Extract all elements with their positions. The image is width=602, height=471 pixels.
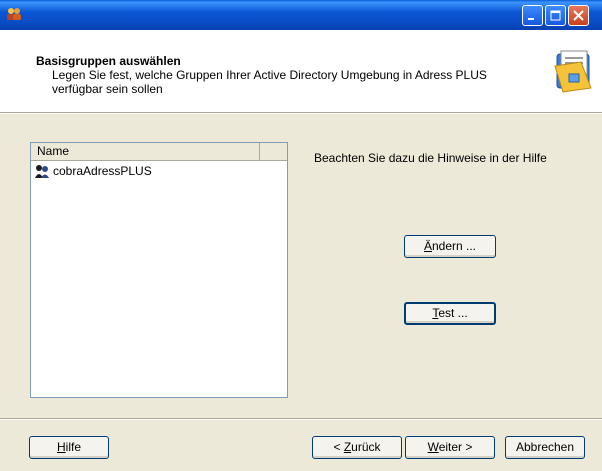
back-button-label: urück	[351, 440, 381, 454]
close-button[interactable]	[568, 5, 589, 26]
change-button[interactable]: Ändern ...	[404, 235, 496, 258]
list-header: Name	[31, 143, 287, 161]
column-header-empty	[261, 143, 287, 160]
app-icon	[7, 8, 21, 20]
back-button-arrow: <	[333, 440, 344, 454]
page-subtitle: Legen Sie fest, welche Gruppen Ihrer Act…	[52, 68, 487, 96]
test-button-label: est ...	[438, 306, 468, 320]
next-button-mnemonic: W	[427, 440, 439, 454]
group-listbox[interactable]: Name cobraAdressPLUS	[30, 142, 288, 398]
help-button-mnemonic: H	[56, 440, 66, 454]
back-button[interactable]: < Zurück	[312, 436, 402, 459]
header-divider	[0, 113, 602, 114]
list-item-label: cobraAdressPLUS	[53, 164, 152, 178]
minimize-icon	[528, 18, 534, 20]
column-header-name[interactable]: Name	[31, 143, 260, 160]
maximize-button[interactable]	[545, 5, 566, 26]
maximize-icon	[550, 10, 561, 21]
title-bar	[0, 0, 602, 30]
change-button-label: ndern ...	[431, 239, 477, 253]
next-button-label: eiter >	[438, 440, 473, 454]
help-button-label: ilfe	[65, 440, 81, 454]
test-button[interactable]: Test ...	[404, 302, 496, 325]
change-button-mnemonic: Ä	[423, 239, 432, 253]
list-item[interactable]: cobraAdressPLUS	[34, 163, 152, 179]
page-title: Basisgruppen auswählen	[36, 54, 181, 68]
help-button[interactable]: Hilfe	[29, 436, 109, 459]
wizard-folder-icon	[554, 50, 592, 93]
close-icon	[573, 10, 584, 21]
group-icon	[35, 165, 49, 178]
wizard-header: Basisgruppen auswählen Legen Sie fest, w…	[0, 30, 602, 113]
next-button[interactable]: Weiter >	[405, 436, 495, 459]
button-separator	[0, 418, 602, 420]
minimize-button[interactable]	[522, 5, 543, 26]
help-hint-text: Beachten Sie dazu die Hinweise in der Hi…	[314, 151, 547, 165]
cancel-button[interactable]: Abbrechen	[505, 436, 585, 459]
